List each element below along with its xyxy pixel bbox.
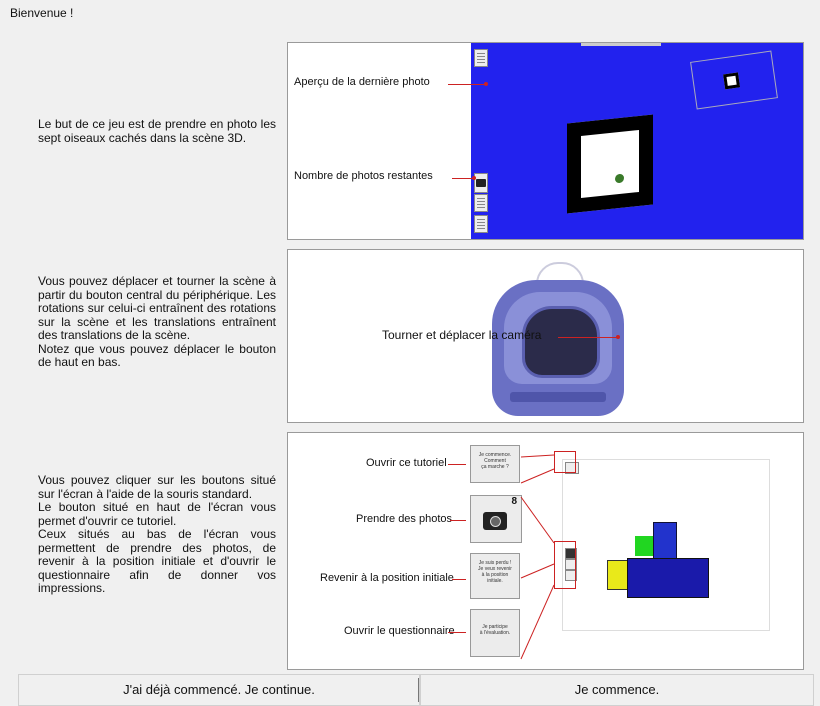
scene-preview-panel: Aperçu de la dernière photo Nombre de ph…: [287, 42, 804, 240]
hidden-bird: [615, 173, 624, 184]
connector-lines: [520, 454, 555, 660]
camera-button[interactable]: [474, 173, 488, 193]
buttons-panel: Ouvrir ce tutoriel Je commence. Comment …: [287, 432, 804, 670]
last-photo-pointer: [448, 84, 486, 85]
camera-control-pointer-dot: [616, 335, 620, 339]
remaining-photos-pointer: [452, 178, 474, 179]
buttons-help-text: Vous pouvez cliquer sur les boutons situ…: [38, 473, 276, 595]
last-photo-pointer-dot: [484, 82, 488, 86]
tutorial-button[interactable]: [474, 49, 488, 67]
device-panel: Tourner et déplacer la caméra: [287, 249, 804, 423]
camera-control-pointer: [558, 337, 618, 338]
remaining-photos-label: Nombre de photos restantes: [294, 170, 433, 182]
reset-button[interactable]: [474, 194, 488, 212]
remaining-photos-pointer-dot: [472, 176, 476, 180]
camera-icon: [476, 179, 486, 187]
start-button[interactable]: Je commence.: [420, 674, 814, 706]
top-bar: [581, 43, 661, 46]
dialog-title: Bienvenue !: [10, 6, 74, 20]
camera-control-label: Tourner et déplacer la caméra: [382, 328, 542, 342]
continue-button[interactable]: J'ai déjà commencé. Je continue.: [18, 674, 420, 706]
navigation-text: Vous pouvez déplacer et tourner la scène…: [38, 274, 276, 369]
last-photo-thumbnail: [690, 50, 778, 110]
questionnaire-button[interactable]: [474, 215, 488, 233]
central-knob: [522, 306, 600, 378]
intro-text: Le but de ce jeu est de prendre en photo…: [38, 117, 276, 145]
button-separator: [418, 678, 419, 702]
scene-viewport: [471, 43, 803, 239]
last-photo-label: Aperçu de la dernière photo: [294, 76, 430, 88]
scene-white-cube: [567, 114, 653, 214]
